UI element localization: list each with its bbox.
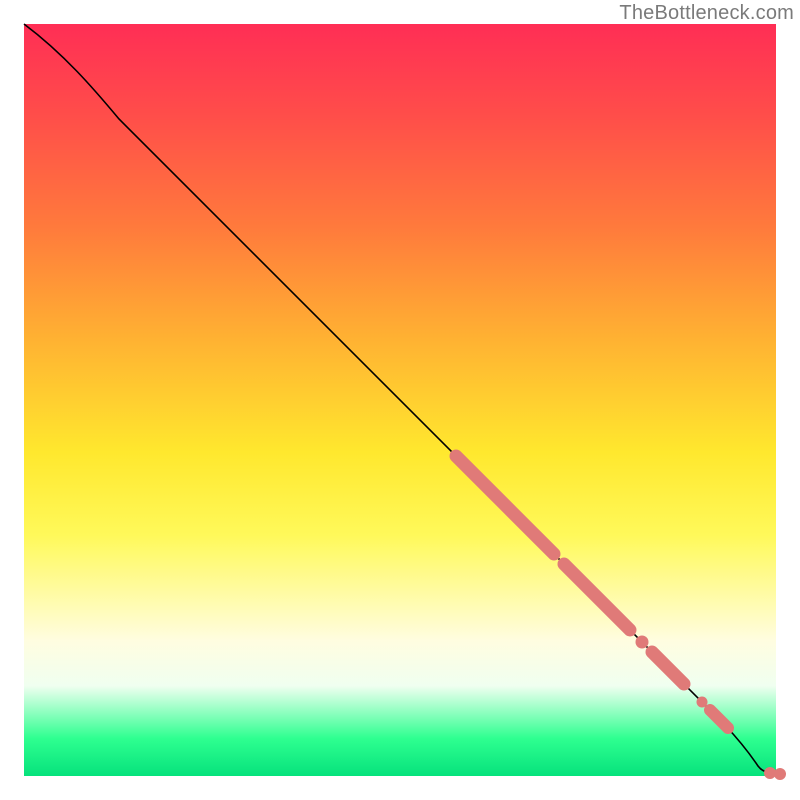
marker-segment <box>456 456 554 554</box>
marker-segment <box>710 710 728 728</box>
chart-container: TheBottleneck.com <box>0 0 800 800</box>
marker-segment <box>564 564 630 630</box>
data-marker <box>774 768 786 780</box>
chart-svg <box>24 24 776 776</box>
image-credit: TheBottleneck.com <box>619 2 794 25</box>
marker-segment <box>652 652 684 684</box>
data-marker <box>636 636 649 649</box>
